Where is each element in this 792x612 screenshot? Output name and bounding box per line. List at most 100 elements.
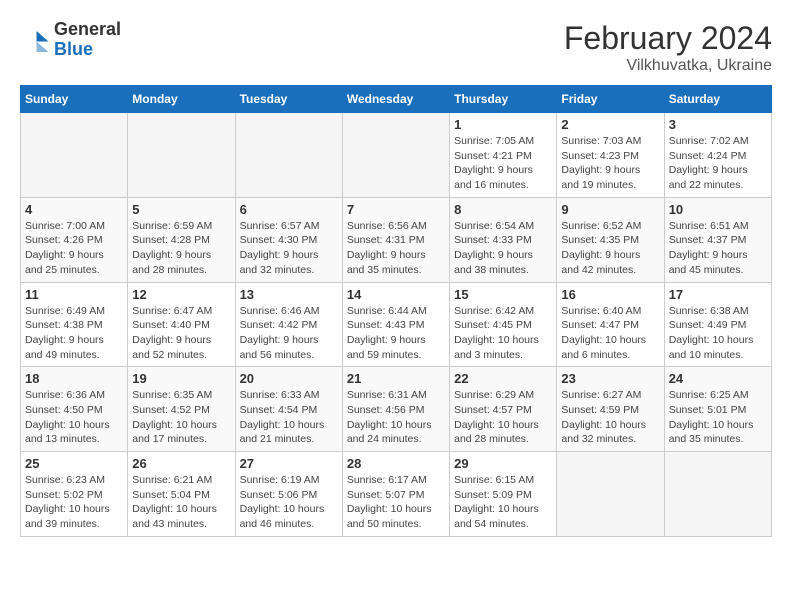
weekday-header: Monday [128,86,235,113]
cell-content: Sunrise: 6:21 AMSunset: 5:04 PMDaylight:… [132,473,230,532]
day-number: 23 [561,371,659,386]
cell-content: Sunrise: 6:59 AMSunset: 4:28 PMDaylight:… [132,219,230,278]
week-row: 18 Sunrise: 6:36 AMSunset: 4:50 PMDayligh… [21,367,772,452]
calendar-cell: 3 Sunrise: 7:02 AMSunset: 4:24 PMDaylight… [664,113,771,198]
calendar-cell: 6Sunrise: 6:57 AMSunset: 4:30 PMDaylight… [235,197,342,282]
cell-content: Sunrise: 6:36 AMSunset: 4:50 PMDaylight:… [25,388,123,447]
day-number: 25 [25,456,123,471]
cell-content: Sunrise: 6:27 AMSunset: 4:59 PMDaylight:… [561,388,659,447]
calendar-cell: 22 Sunrise: 6:29 AMSunset: 4:57 PMDayligh… [450,367,557,452]
calendar-cell: 15 Sunrise: 6:42 AMSunset: 4:45 PMDayligh… [450,282,557,367]
cell-content: Sunrise: 6:46 AMSunset: 4:42 PMDaylight:… [240,304,338,363]
day-number: 28 [347,456,445,471]
cell-content: Sunrise: 6:52 AMSunset: 4:35 PMDaylight:… [561,219,659,278]
calendar-cell: 17 Sunrise: 6:38 AMSunset: 4:49 PMDayligh… [664,282,771,367]
calendar-cell [664,452,771,537]
calendar-cell: 12Sunrise: 6:47 AMSunset: 4:40 PMDayligh… [128,282,235,367]
cell-content: Sunrise: 6:38 AMSunset: 4:49 PMDaylight:… [669,304,767,363]
weekday-header: Wednesday [342,86,449,113]
day-number: 19 [132,371,230,386]
day-number: 26 [132,456,230,471]
cell-content: Sunrise: 6:42 AMSunset: 4:45 PMDaylight:… [454,304,552,363]
logo-icon [20,25,50,55]
calendar-cell: 8Sunrise: 6:54 AMSunset: 4:33 PMDaylight… [450,197,557,282]
calendar-cell: 20Sunrise: 6:33 AMSunset: 4:54 PMDayligh… [235,367,342,452]
weekday-header: Friday [557,86,664,113]
day-number: 10 [669,202,767,217]
cell-content: Sunrise: 6:15 AMSunset: 5:09 PMDaylight:… [454,473,552,532]
calendar-cell: 13 Sunrise: 6:46 AMSunset: 4:42 PMDayligh… [235,282,342,367]
day-number: 14 [347,287,445,302]
cell-content: Sunrise: 6:51 AMSunset: 4:37 PMDaylight:… [669,219,767,278]
day-number: 21 [347,371,445,386]
calendar-cell: 11Sunrise: 6:49 AMSunset: 4:38 PMDayligh… [21,282,128,367]
calendar-cell: 10 Sunrise: 6:51 AMSunset: 4:37 PMDayligh… [664,197,771,282]
day-number: 13 [240,287,338,302]
cell-content: Sunrise: 6:35 AMSunset: 4:52 PMDaylight:… [132,388,230,447]
weekday-header: Sunday [21,86,128,113]
cell-content: Sunrise: 6:19 AMSunset: 5:06 PMDaylight:… [240,473,338,532]
logo-text: General Blue [54,20,121,60]
day-number: 15 [454,287,552,302]
calendar-cell: 28 Sunrise: 6:17 AMSunset: 5:07 PMDayligh… [342,452,449,537]
calendar-cell: 25Sunrise: 6:23 AMSunset: 5:02 PMDayligh… [21,452,128,537]
week-row: 4 Sunrise: 7:00 AMSunset: 4:26 PMDaylight… [21,197,772,282]
cell-content: Sunrise: 7:02 AMSunset: 4:24 PMDaylight:… [669,134,767,193]
calendar-cell: 14 Sunrise: 6:44 AMSunset: 4:43 PMDayligh… [342,282,449,367]
day-number: 2 [561,117,659,132]
day-number: 6 [240,202,338,217]
calendar-table: SundayMondayTuesdayWednesdayThursdayFrid… [20,85,772,537]
cell-content: Sunrise: 7:05 AMSunset: 4:21 PMDaylight:… [454,134,552,193]
day-number: 7 [347,202,445,217]
calendar-cell: 27 Sunrise: 6:19 AMSunset: 5:06 PMDayligh… [235,452,342,537]
week-row: 11Sunrise: 6:49 AMSunset: 4:38 PMDayligh… [21,282,772,367]
day-number: 11 [25,287,123,302]
calendar-cell: 18 Sunrise: 6:36 AMSunset: 4:50 PMDayligh… [21,367,128,452]
cell-content: Sunrise: 6:44 AMSunset: 4:43 PMDaylight:… [347,304,445,363]
calendar-cell [21,113,128,198]
logo: General Blue [20,20,121,60]
calendar-cell: 24 Sunrise: 6:25 AMSunset: 5:01 PMDayligh… [664,367,771,452]
day-number: 3 [669,117,767,132]
logo-line2: Blue [54,40,121,60]
calendar-cell: 2 Sunrise: 7:03 AMSunset: 4:23 PMDaylight… [557,113,664,198]
cell-content: Sunrise: 6:40 AMSunset: 4:47 PMDaylight:… [561,304,659,363]
calendar-title: February 2024 [564,20,772,57]
cell-content: Sunrise: 6:17 AMSunset: 5:07 PMDaylight:… [347,473,445,532]
cell-content: Sunrise: 7:03 AMSunset: 4:23 PMDaylight:… [561,134,659,193]
calendar-cell: 26 Sunrise: 6:21 AMSunset: 5:04 PMDayligh… [128,452,235,537]
cell-content: Sunrise: 7:00 AMSunset: 4:26 PMDaylight:… [25,219,123,278]
day-number: 29 [454,456,552,471]
cell-content: Sunrise: 6:25 AMSunset: 5:01 PMDaylight:… [669,388,767,447]
calendar-cell: 21 Sunrise: 6:31 AMSunset: 4:56 PMDayligh… [342,367,449,452]
day-number: 24 [669,371,767,386]
title-block: February 2024 Vilkhuvatka, Ukraine [564,20,772,75]
weekday-header: Tuesday [235,86,342,113]
calendar-cell [128,113,235,198]
calendar-cell: 16Sunrise: 6:40 AMSunset: 4:47 PMDayligh… [557,282,664,367]
day-number: 20 [240,371,338,386]
weekday-header: Thursday [450,86,557,113]
day-number: 12 [132,287,230,302]
calendar-cell: 23 Sunrise: 6:27 AMSunset: 4:59 PMDayligh… [557,367,664,452]
day-number: 22 [454,371,552,386]
cell-content: Sunrise: 6:54 AMSunset: 4:33 PMDaylight:… [454,219,552,278]
day-number: 5 [132,202,230,217]
day-number: 27 [240,456,338,471]
page-header: General Blue February 2024 Vilkhuvatka, … [20,20,772,75]
calendar-cell: 29 Sunrise: 6:15 AMSunset: 5:09 PMDayligh… [450,452,557,537]
logo-line1: General [54,20,121,40]
calendar-subtitle: Vilkhuvatka, Ukraine [564,57,772,75]
calendar-cell: 7Sunrise: 6:56 AMSunset: 4:31 PMDaylight… [342,197,449,282]
calendar-cell: 5 Sunrise: 6:59 AMSunset: 4:28 PMDaylight… [128,197,235,282]
calendar-cell: 9Sunrise: 6:52 AMSunset: 4:35 PMDaylight… [557,197,664,282]
calendar-cell [342,113,449,198]
day-number: 4 [25,202,123,217]
cell-content: Sunrise: 6:29 AMSunset: 4:57 PMDaylight:… [454,388,552,447]
day-number: 18 [25,371,123,386]
day-number: 1 [454,117,552,132]
calendar-cell [235,113,342,198]
day-number: 17 [669,287,767,302]
cell-content: Sunrise: 6:31 AMSunset: 4:56 PMDaylight:… [347,388,445,447]
week-row: 25Sunrise: 6:23 AMSunset: 5:02 PMDayligh… [21,452,772,537]
